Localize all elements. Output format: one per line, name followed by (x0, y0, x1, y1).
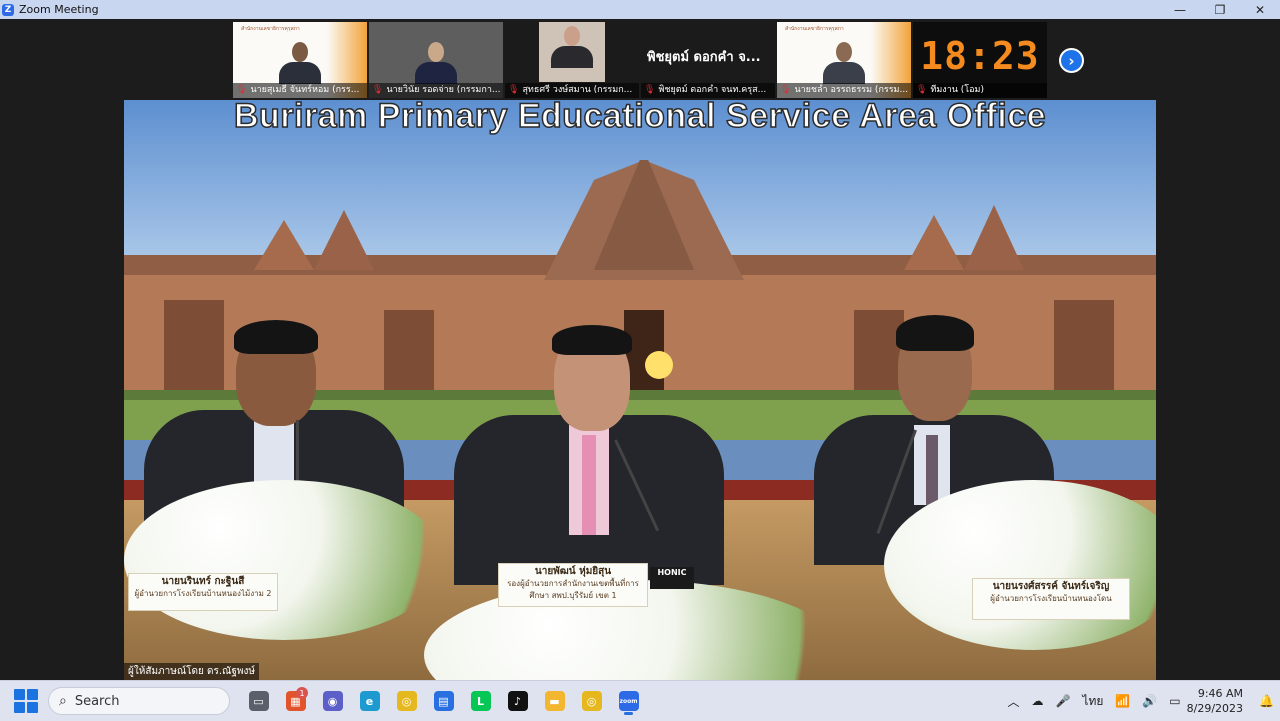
taskbar: ⌕ Search ▭ ▦ 1 ◉ e ◎ ▤ L ♪ ▬ ◎ zoom ︿ ☁ 🎤… (0, 680, 1280, 721)
nameplate-role: ผู้อำนวยการโรงเรียนบ้านหนองไม้งาม 2 (134, 589, 272, 598)
tiktok-icon[interactable]: ♪ (499, 687, 536, 715)
org-logo: สำนักงานเลขาธิการคุรุสภา (241, 26, 300, 32)
nameplate-left: นายนรินทร์ กะฐินสี ผู้อำนวยการโรงเรียนบ้… (128, 573, 278, 611)
search-label: Search (74, 693, 120, 709)
microsoft-365-icon[interactable]: ▦ 1 (277, 687, 314, 715)
microphone-icon[interactable]: 🎤 (1055, 694, 1070, 708)
store-icon[interactable]: ▤ (425, 687, 462, 715)
nameplate-name: นายนรงศ์สรรค์ จันทร์เจริญ (992, 581, 1110, 592)
video-caption: ผู้ให้สัมภาษณ์โดย ดร.ณัฐพงษ์ (124, 663, 259, 680)
zoom-logo-icon: Z (2, 3, 14, 16)
battery-icon[interactable]: ▭ (1169, 694, 1180, 708)
participant-strip: สำนักงานเลขาธิการคุรุสภา 🎙 นายสุเมธี จันท… (233, 22, 1049, 98)
nameplate-name: นายนรินทร์ กะฐินสี (161, 576, 245, 587)
search-box[interactable]: ⌕ Search (48, 687, 230, 715)
active-indicator (624, 712, 633, 715)
system-tray: ︿ ☁ 🎤 ไทย 📶 🔊 ▭ 9:46 AM 8/29/2023 🔔 (1001, 681, 1280, 721)
microphone-base: HONIC (650, 567, 694, 589)
nameplate-role: รองผู้อำนวยการสำนักงานเขตพื้นที่การศึกษา… (507, 579, 639, 600)
main-video: Buriram Primary Educational Service Area… (124, 100, 1156, 680)
chrome-profile-icon[interactable]: ◎ (573, 687, 610, 715)
clock-display: 18:23 (920, 34, 1040, 78)
nameplate-name: นายพัฒน์ หุ่มยิสุน (534, 566, 612, 577)
zoom-icon[interactable]: zoom (610, 687, 647, 715)
input-language-indicator[interactable]: ไทย (1082, 692, 1103, 711)
mic-muted-icon: 🎙 (780, 85, 792, 95)
window-title-bar: Z Zoom Meeting — ❐ ✕ (0, 0, 1280, 19)
participant-video (539, 22, 605, 82)
nameplate-center: นายพัฒน์ หุ่มยิสุน รองผู้อำนวยการสำนักงา… (498, 563, 648, 607)
show-hidden-icons-chevron-icon[interactable]: ︿ (1007, 693, 1019, 710)
speaker-center (454, 325, 724, 585)
notifications-bell-icon[interactable]: 🔔 (1259, 694, 1274, 708)
mic-muted-icon: 🎙 (916, 85, 928, 95)
participant-tile[interactable]: 🎙 นายวินัย รอดจ่าย (กรรมกา... (369, 22, 503, 98)
edge-icon[interactable]: e (351, 687, 388, 715)
file-explorer-icon[interactable]: ▬ (536, 687, 573, 715)
onedrive-cloud-icon[interactable]: ☁ (1031, 694, 1043, 708)
participant-name: นายชลำ อรรถธรรม (กรรม... (794, 85, 909, 95)
participant-name: ทีมงาน (โอม) (930, 85, 984, 95)
minimize-button[interactable]: — (1160, 0, 1200, 19)
participant-name: สุทธศรี วงษ์สมาน (กรรมก... (522, 85, 633, 95)
nameplate-role: ผู้อำนวยการโรงเรียนบ้านหนองโดน (990, 594, 1112, 603)
mic-brand: HONIC (657, 568, 687, 577)
org-logo: สำนักงานเลขาธิการคุรุสภา (785, 26, 844, 32)
banner-title: Buriram Primary Educational Service Area… (233, 100, 1047, 135)
taskbar-clock[interactable]: 9:46 AM 8/29/2023 (1187, 686, 1243, 716)
window-title: Zoom Meeting (19, 3, 99, 16)
participant-tile[interactable]: สำนักงานเลขาธิการคุรุสภา 🎙 นายสุเมธี จันท… (233, 22, 367, 98)
clock-time: 9:46 AM (1197, 687, 1244, 700)
participant-tile[interactable]: พิชยุตม์ ดอกคำ จ... 🎙 พิชยุตม์ ดอกคำ จนท.… (641, 22, 775, 98)
meeting-area: สำนักงานเลขาธิการคุรุสภา 🎙 นายสุเมธี จันท… (0, 19, 1280, 680)
nameplate-right: นายนรงศ์สรรค์ จันทร์เจริญ ผู้อำนวยการโรง… (972, 578, 1130, 620)
mic-muted-icon: 🎙 (372, 85, 384, 95)
notification-badge: 1 (296, 687, 308, 699)
participant-tile[interactable]: 🎙 สุทธศรี วงษ์สมาน (กรรมก... (505, 22, 639, 98)
taskbar-apps: ▭ ▦ 1 ◉ e ◎ ▤ L ♪ ▬ ◎ zoom (240, 687, 647, 715)
mic-muted-icon: 🎙 (644, 85, 656, 95)
start-button[interactable] (14, 689, 38, 713)
participant-video (277, 38, 323, 84)
participant-name: นายวินัย รอดจ่าย (กรรมกา... (386, 85, 501, 95)
participant-tile[interactable]: 18:23 🎙 ทีมงาน (โอม) (913, 22, 1047, 98)
chrome-icon[interactable]: ◎ (388, 687, 425, 715)
mic-muted-icon: 🎙 (508, 85, 520, 95)
participant-name: พิชยุตม์ ดอกคำ จนท.ครุส... (658, 85, 767, 95)
participant-name: นายสุเมธี จันทร์หอม (กรร... (250, 85, 360, 95)
task-view-icon[interactable]: ▭ (240, 687, 277, 715)
participant-video (413, 38, 459, 84)
line-icon[interactable]: L (462, 687, 499, 715)
volume-icon[interactable]: 🔊 (1142, 694, 1157, 708)
mic-muted-icon: 🎙 (236, 85, 248, 95)
clock-date: 8/29/2023 (1186, 702, 1244, 715)
next-page-button[interactable]: › (1059, 48, 1084, 73)
participant-tile[interactable]: สำนักงานเลขาธิการคุรุสภา 🎙 นายชลำ อรรถธรร… (777, 22, 911, 98)
participant-display-name: พิชยุตม์ ดอกคำ จ... (647, 50, 761, 65)
flower-arrangement (124, 480, 444, 640)
participant-video (821, 38, 867, 84)
close-button[interactable]: ✕ (1240, 0, 1280, 19)
maximize-button[interactable]: ❐ (1200, 0, 1240, 19)
meet-icon[interactable]: ◉ (314, 687, 351, 715)
search-icon: ⌕ (59, 693, 67, 709)
wifi-icon[interactable]: 📶 (1115, 694, 1130, 708)
